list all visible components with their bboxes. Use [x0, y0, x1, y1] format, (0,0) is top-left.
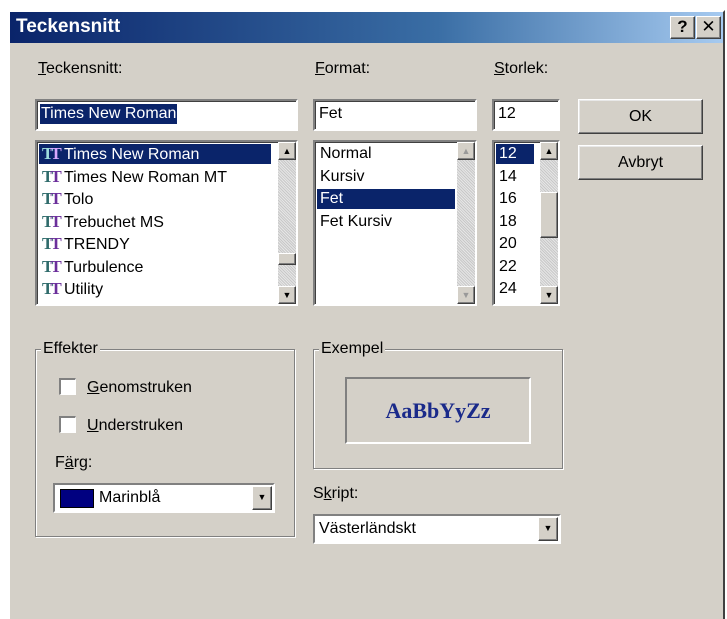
chevron-down-icon[interactable]: ▼: [252, 486, 272, 510]
font-dialog: Teckensnitt ? ✕ Teckensnitt: Times New R…: [8, 10, 725, 619]
scroll-down-arrow-icon[interactable]: ▼: [278, 286, 296, 304]
scroll-down-arrow-icon[interactable]: ▼: [457, 286, 475, 304]
list-item[interactable]: TT Trebuchet MS: [39, 212, 271, 232]
list-item[interactable]: Fet Kursiv: [317, 212, 455, 232]
help-button[interactable]: ?: [670, 16, 695, 39]
strikeout-checkbox[interactable]: [59, 378, 76, 395]
close-button[interactable]: ✕: [696, 16, 721, 39]
scroll-thumb[interactable]: [540, 192, 558, 238]
list-item-label: Tolo: [64, 191, 94, 208]
truetype-font-icon: TT: [42, 211, 62, 231]
style-value: Fet: [319, 105, 343, 122]
list-item[interactable]: 12: [496, 144, 534, 164]
effects-group-label: Effekter: [41, 339, 100, 359]
list-item[interactable]: TT TRENDY: [39, 234, 271, 254]
list-item-label: Utility: [64, 281, 104, 298]
list-item-label: Times New Roman: [64, 146, 200, 163]
font-name-input[interactable]: Times New Roman: [35, 99, 298, 131]
list-item[interactable]: 20: [496, 234, 534, 254]
title-bar[interactable]: Teckensnitt ? ✕: [10, 12, 723, 43]
size-list-scrollbar[interactable]: ▲ ▼: [540, 142, 558, 304]
list-item-label: 24: [499, 280, 517, 297]
color-value: Marinblå: [99, 489, 161, 506]
script-value: Västerländskt: [319, 520, 416, 537]
list-item[interactable]: TT Turbulence: [39, 257, 271, 277]
script-label: Skript:: [313, 485, 359, 502]
font-label: Teckensnitt:: [38, 60, 123, 77]
list-item[interactable]: TT Times New Roman MT: [39, 167, 271, 187]
list-item-label: Fet: [320, 190, 344, 207]
list-item-label: 12: [499, 145, 517, 162]
scroll-up-arrow-icon[interactable]: ▲: [457, 142, 475, 160]
list-item-label: Normal: [320, 145, 372, 162]
sample-preview: AaBbYyZz: [345, 377, 531, 444]
truetype-font-icon: TT: [42, 166, 62, 186]
list-item-label: Times New Roman MT: [64, 168, 227, 186]
list-item-label: TRENDY: [64, 236, 130, 253]
script-select[interactable]: Västerländskt ▼: [313, 514, 561, 544]
scroll-thumb[interactable]: [278, 253, 296, 265]
underline-label[interactable]: Understruken: [87, 416, 183, 436]
list-item-label: 14: [499, 167, 517, 185]
scroll-up-arrow-icon[interactable]: ▲: [540, 142, 558, 160]
list-item[interactable]: 16: [496, 189, 534, 209]
list-item-label: Trebuchet MS: [64, 213, 164, 231]
list-item[interactable]: TT Tolo: [39, 189, 271, 209]
font-name-value: Times New Roman: [40, 104, 178, 124]
list-item[interactable]: TT Times New Roman: [39, 144, 271, 164]
list-item[interactable]: 24: [496, 279, 534, 299]
style-label: Format:: [315, 60, 371, 77]
cancel-button[interactable]: Avbryt: [578, 145, 703, 180]
list-item[interactable]: TT Utility: [39, 279, 271, 299]
list-item-label: 20: [499, 235, 517, 252]
list-item[interactable]: Normal: [317, 144, 455, 164]
list-item[interactable]: 14: [496, 167, 534, 187]
list-item-label: Kursiv: [320, 167, 365, 185]
ok-button[interactable]: OK: [578, 99, 703, 134]
scroll-up-arrow-icon[interactable]: ▲: [278, 142, 296, 160]
font-list[interactable]: TT Times New Roman TT Times New Roman MT TT T…: [35, 140, 298, 306]
style-list-scrollbar[interactable]: ▲ ▼: [457, 142, 475, 304]
color-select[interactable]: Marinblå ▼: [53, 483, 275, 513]
list-item[interactable]: 22: [496, 257, 534, 277]
list-item[interactable]: Fet: [317, 189, 455, 209]
style-input[interactable]: Fet: [313, 99, 477, 131]
color-label: Färg:: [55, 454, 93, 471]
size-label: Storlek:: [494, 60, 549, 77]
strikeout-label[interactable]: Genomstruken: [87, 378, 192, 398]
list-item-label: Fet Kursiv: [320, 212, 393, 230]
chevron-down-icon[interactable]: ▼: [538, 517, 558, 541]
dialog-title: Teckensnitt: [16, 16, 121, 37]
truetype-font-icon: TT: [42, 189, 62, 208]
scroll-down-arrow-icon[interactable]: ▼: [540, 286, 558, 304]
list-item[interactable]: 18: [496, 212, 534, 232]
size-value: 12: [498, 105, 516, 122]
style-list[interactable]: Normal Kursiv Fet Fet Kursiv ▲ ▼: [313, 140, 477, 306]
size-input[interactable]: 12: [492, 99, 560, 131]
list-item-label: Turbulence: [64, 258, 144, 276]
list-item-label: 22: [499, 257, 517, 275]
font-list-scrollbar[interactable]: ▲ ▼: [278, 142, 296, 304]
truetype-font-icon: TT: [42, 279, 62, 298]
truetype-font-icon: TT: [42, 256, 62, 276]
sample-group-label: Exempel: [319, 339, 386, 359]
size-list[interactable]: 12 14 16 18 20 22 24 ▲ ▼: [492, 140, 560, 306]
truetype-font-icon: TT: [42, 144, 62, 163]
sample-text: AaBbYyZz: [385, 397, 491, 423]
color-swatch: [60, 489, 94, 508]
list-item[interactable]: Kursiv: [317, 167, 455, 187]
list-item-label: 16: [499, 190, 517, 207]
list-item-label: 18: [499, 212, 517, 230]
truetype-font-icon: TT: [42, 234, 62, 253]
underline-checkbox[interactable]: [59, 416, 76, 433]
